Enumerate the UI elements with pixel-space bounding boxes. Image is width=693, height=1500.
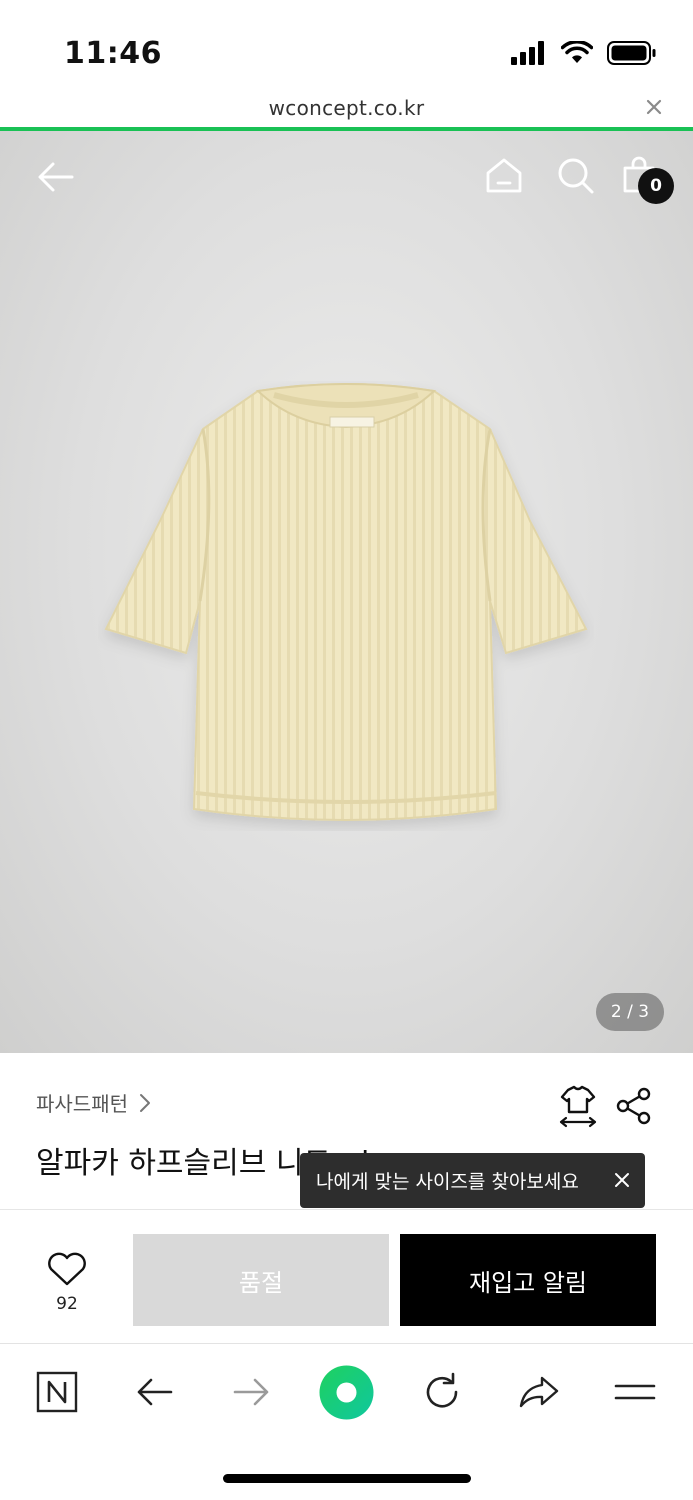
brand-link[interactable]: 파사드패턴 [36, 1088, 152, 1117]
purchase-action-bar: 92 품절 재입고 알림 [0, 1210, 693, 1343]
status-time: 11:46 [64, 36, 162, 71]
size-guide-icon[interactable] [556, 1084, 600, 1128]
back-arrow-icon[interactable] [133, 1370, 177, 1414]
wishlist-count: 92 [56, 1294, 78, 1314]
close-icon[interactable] [643, 96, 665, 118]
browser-toolbar [0, 1343, 693, 1439]
soldout-button: 품절 [133, 1234, 389, 1326]
home-icon[interactable] [484, 155, 524, 195]
naver-n-icon[interactable] [35, 1370, 79, 1414]
menu-icon[interactable] [613, 1370, 657, 1414]
heart-icon [48, 1252, 86, 1286]
status-icons [511, 40, 657, 66]
search-icon[interactable] [555, 155, 595, 195]
signal-icon [511, 41, 544, 65]
refresh-icon[interactable] [420, 1370, 464, 1414]
cart-count-badge: 0 [638, 168, 674, 204]
back-arrow-icon[interactable] [36, 157, 76, 197]
product-image-gallery[interactable]: 0 2 / 3 [0, 131, 693, 1053]
url-text: wconcept.co.kr [268, 96, 425, 120]
green-dot-icon[interactable] [319, 1365, 374, 1420]
size-guide-tooltip: 나에게 맞는 사이즈를 찾아보세요 [300, 1153, 645, 1208]
wifi-icon [561, 41, 593, 63]
product-photo [104, 383, 588, 821]
share-arrow-icon[interactable] [517, 1370, 561, 1414]
tooltip-text: 나에게 맞는 사이즈를 찾아보세요 [316, 1171, 579, 1193]
chevron-right-icon [140, 1093, 150, 1112]
battery-icon [607, 41, 656, 65]
close-icon[interactable] [613, 1171, 631, 1189]
forward-arrow-icon [233, 1378, 269, 1406]
home-indicator [223, 1474, 471, 1483]
gallery-page-indicator: 2 / 3 [596, 993, 664, 1031]
restock-alert-button[interactable]: 재입고 알림 [400, 1234, 656, 1326]
status-bar: 11:46 [0, 0, 693, 88]
url-bar[interactable]: wconcept.co.kr [0, 88, 693, 130]
brand-name: 파사드패턴 [36, 1092, 128, 1116]
share-icon[interactable] [614, 1086, 654, 1126]
